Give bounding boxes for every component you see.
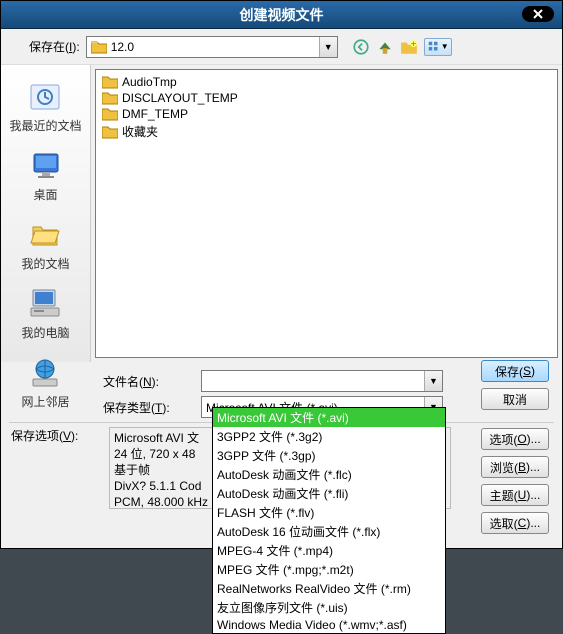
dropdown-option[interactable]: Microsoft AVI 文件 (*.avi) [213,408,445,427]
filename-label: 文件名(N): [103,373,195,390]
file-item[interactable]: AudioTmp [100,74,553,90]
places-sidebar: 我最近的文档 桌面 我的文档 我的电脑 网上邻居 [1,65,91,362]
filename-input[interactable]: ▼ [201,370,443,392]
chevron-down-icon[interactable]: ▼ [319,37,337,57]
file-item[interactable]: DISCLAYOUT_TEMP [100,90,553,106]
filetype-label: 保存类型(T): [103,399,195,416]
sidebar-item-label: 桌面 [33,186,57,203]
browse-button[interactable]: 浏览(B)... [481,456,549,478]
filetype-dropdown[interactable]: Microsoft AVI 文件 (*.avi)3GPP2 文件 (*.3g2)… [212,407,446,634]
file-item[interactable]: DMF_TEMP [100,106,553,122]
close-button[interactable] [522,6,554,22]
save-in-label: 保存在(I): [29,38,80,55]
sidebar-network[interactable]: 网上邻居 [17,351,73,414]
folder-icon [91,40,107,54]
dropdown-option[interactable]: AutoDesk 16 位动画文件 (*.flx) [213,522,445,541]
select-button[interactable]: 选取(C)... [481,512,549,534]
options-button[interactable]: 选项(O)... [481,428,549,450]
file-list[interactable]: AudioTmp DISCLAYOUT_TEMP DMF_TEMP 收藏夹 [95,69,558,358]
desktop-icon [28,148,64,184]
options-label: 保存选项(V): [11,427,103,444]
network-icon [27,355,63,391]
documents-icon [27,217,63,253]
file-item[interactable]: 收藏夹 [100,122,553,141]
views-icon[interactable]: ▼ [424,38,452,56]
titlebar: 创建视频文件 [1,1,562,29]
folder-icon [102,125,118,139]
dropdown-option[interactable]: AutoDesk 动画文件 (*.fli) [213,484,445,503]
toolbar-icons: ▼ [352,38,452,56]
dropdown-option[interactable]: MPEG 文件 (*.mpg;*.m2t) [213,560,445,579]
computer-icon [27,286,63,322]
titlebar-text: 创建视频文件 [240,5,324,25]
dropdown-option[interactable]: RealNetworks RealVideo 文件 (*.rm) [213,579,445,598]
close-icon [533,9,543,19]
sidebar-mydocs[interactable]: 我的文档 [17,213,73,276]
sidebar-item-label: 网上邻居 [21,393,69,410]
dropdown-option[interactable]: 3GPP 文件 (*.3gp) [213,446,445,465]
new-folder-icon[interactable] [400,38,418,56]
sidebar-recent[interactable]: 我最近的文档 [5,75,85,138]
dropdown-option[interactable]: AutoDesk 动画文件 (*.flc) [213,465,445,484]
folder-icon [102,91,118,105]
back-icon[interactable] [352,38,370,56]
folder-icon [102,107,118,121]
up-icon[interactable] [376,38,394,56]
save-in-value: 12.0 [111,40,134,54]
subject-button[interactable]: 主题(U)... [481,484,549,506]
folder-icon [102,75,118,89]
dropdown-option[interactable]: FLASH 文件 (*.flv) [213,503,445,522]
cancel-button[interactable]: 取消 [481,388,549,410]
save-in-combo[interactable]: 12.0 ▼ [86,36,338,58]
action-buttons: 保存(S) 取消 选项(O)... 浏览(B)... 主题(U)... 选取(C… [481,360,549,534]
sidebar-mycomputer[interactable]: 我的电脑 [17,282,73,345]
toolbar: 保存在(I): 12.0 ▼ ▼ [1,29,562,65]
sidebar-item-label: 我的文档 [21,255,69,272]
dropdown-option[interactable]: MPEG-4 文件 (*.mp4) [213,541,445,560]
dropdown-option[interactable]: 3GPP2 文件 (*.3g2) [213,427,445,446]
chevron-down-icon[interactable]: ▼ [424,371,442,391]
dropdown-option[interactable]: 友立图像序列文件 (*.uis) [213,598,445,617]
dropdown-option[interactable]: Windows Media Video (*.wmv;*.asf) [213,617,445,633]
save-button[interactable]: 保存(S) [481,360,549,382]
recent-icon [27,79,63,115]
sidebar-item-label: 我最近的文档 [9,117,81,134]
sidebar-item-label: 我的电脑 [21,324,69,341]
sidebar-desktop[interactable]: 桌面 [24,144,68,207]
